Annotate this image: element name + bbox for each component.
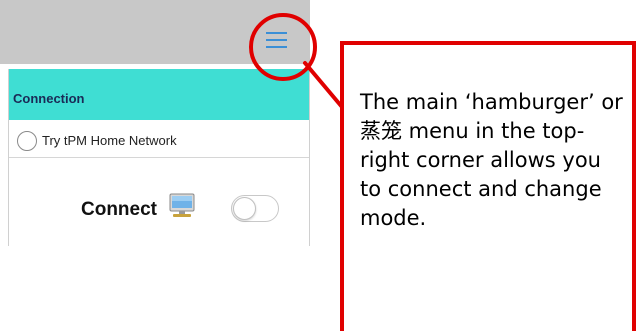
section-header: Connection — [9, 69, 309, 120]
highlight-circle — [249, 13, 317, 81]
section-title: Connection — [13, 91, 85, 106]
network-option-label: Try tPM Home Network — [42, 133, 177, 148]
toggle-knob — [233, 197, 256, 220]
callout-box: The main ‘hamburger’ or 蒸笼 menu in the t… — [340, 41, 636, 331]
computer-icon — [169, 193, 195, 217]
radio-button[interactable] — [17, 131, 37, 151]
network-option-row[interactable]: Try tPM Home Network — [9, 120, 309, 158]
connect-label: Connect — [81, 199, 157, 220]
connection-panel: Connection Try tPM Home Network Connect — [8, 69, 310, 246]
connect-toggle[interactable] — [231, 195, 279, 222]
callout-text: The main ‘hamburger’ or 蒸笼 menu in the t… — [360, 90, 623, 230]
